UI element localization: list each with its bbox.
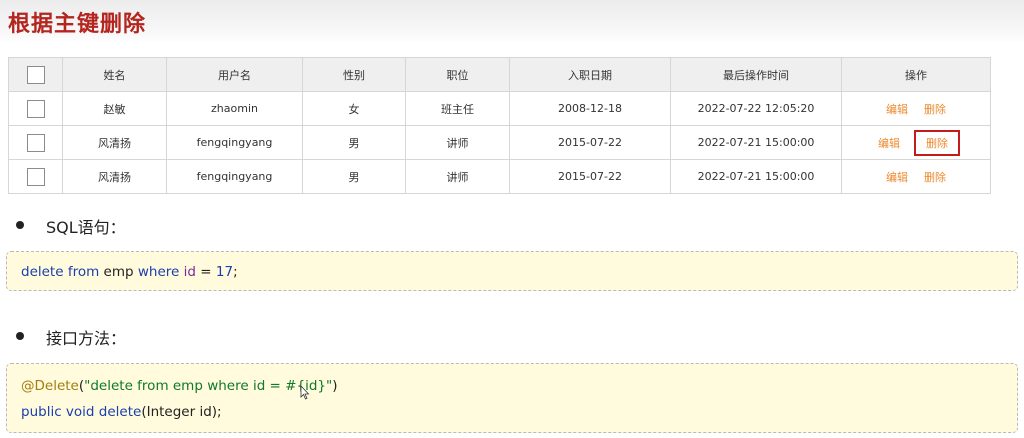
row-select-cell: [8, 91, 63, 126]
edit-link[interactable]: 编辑: [886, 169, 908, 185]
delete-link-highlighted[interactable]: 删除: [914, 129, 960, 156]
header-actions: 操作: [841, 57, 991, 92]
cell-username: fengqingyang: [166, 159, 303, 194]
row-select-cell: [8, 125, 63, 160]
cell-username: fengqingyang: [166, 125, 303, 160]
cell-gender: 男: [302, 159, 406, 194]
paren-close: ): [332, 378, 338, 394]
sql-code-box: delete from emp where id = 17;: [6, 251, 1018, 291]
cell-name: 赵敏: [62, 91, 167, 126]
table-row: 赵敏 zhaomin 女 班主任 2008-12-18 2022-07-22 1…: [8, 91, 991, 126]
header-gender: 性别: [302, 57, 406, 92]
cell-position: 讲师: [405, 159, 510, 194]
method-name: delete: [98, 404, 142, 420]
keyword-public: public: [21, 404, 62, 420]
method-section-label: 接口方法：: [46, 329, 127, 348]
cell-actions: 编辑 删除: [841, 125, 991, 160]
cell-entry-date: 2015-07-22: [509, 125, 671, 160]
sql-table-name: emp: [103, 264, 134, 280]
cell-name: 风清扬: [62, 159, 167, 194]
header-entry-date: 入职日期: [509, 57, 671, 92]
sql-operator: =: [200, 264, 212, 280]
mouse-cursor-icon: [300, 385, 310, 400]
cell-gender: 男: [302, 125, 406, 160]
table-header-row: 姓名 用户名 性别 职位 入职日期 最后操作时间 操作: [8, 57, 991, 92]
cell-last-op-time: 2022-07-21 15:00:00: [670, 125, 842, 160]
cell-entry-date: 2008-12-18: [509, 91, 671, 126]
delete-link[interactable]: 删除: [924, 101, 946, 117]
cell-actions: 编辑 删除: [841, 159, 991, 194]
sql-semicolon: ;: [233, 264, 238, 280]
cell-name: 风清扬: [62, 125, 167, 160]
sql-keyword-delete: delete: [21, 264, 64, 280]
bullet-icon: [16, 221, 24, 229]
sql-column-id: id: [183, 264, 196, 280]
cell-actions: 编辑 删除: [841, 91, 991, 126]
method-params: (Integer id);: [141, 404, 222, 420]
annotation-delete: @Delete: [21, 378, 79, 394]
select-all-cell: [8, 57, 63, 92]
row-checkbox[interactable]: [26, 99, 45, 118]
edit-link[interactable]: 编辑: [878, 135, 900, 151]
sql-value: 17: [215, 264, 234, 280]
code-line-1: @Delete("delete from emp where id = #{id…: [21, 373, 1003, 399]
edit-link[interactable]: 编辑: [886, 101, 908, 117]
header-username: 用户名: [166, 57, 303, 92]
annotation-sql-string: "delete from emp where id = #{id}": [84, 378, 333, 394]
sql-section-label: SQL语句：: [46, 218, 126, 237]
cell-gender: 女: [302, 91, 406, 126]
cell-last-op-time: 2022-07-21 15:00:00: [670, 159, 842, 194]
header-name: 姓名: [62, 57, 167, 92]
sql-keyword-where: where: [137, 264, 180, 280]
select-all-checkbox[interactable]: [26, 65, 45, 84]
row-select-cell: [8, 159, 63, 194]
cell-username: zhaomin: [166, 91, 303, 126]
delete-link[interactable]: 删除: [924, 169, 946, 185]
keyword-void: void: [65, 404, 95, 420]
method-code-box: @Delete("delete from emp where id = #{id…: [6, 363, 1018, 433]
page-title: 根据主键删除: [8, 12, 147, 37]
header-last-op-time: 最后操作时间: [670, 57, 842, 92]
cell-entry-date: 2015-07-22: [509, 159, 671, 194]
title-bar: 根据主键删除: [0, 0, 1024, 44]
employee-table: 姓名 用户名 性别 职位 入职日期 最后操作时间 操作 赵敏 zhaomin 女…: [8, 57, 991, 194]
table-row: 风清扬 fengqingyang 男 讲师 2015-07-22 2022-07…: [8, 125, 991, 160]
sql-keyword-from: from: [67, 264, 100, 280]
row-checkbox[interactable]: [26, 133, 45, 152]
cell-position: 讲师: [405, 125, 510, 160]
row-checkbox[interactable]: [26, 167, 45, 186]
cell-last-op-time: 2022-07-22 12:05:20: [670, 91, 842, 126]
header-position: 职位: [405, 57, 510, 92]
bullet-icon: [16, 332, 24, 340]
cell-position: 班主任: [405, 91, 510, 126]
code-line-2: public void delete(Integer id);: [21, 399, 1003, 425]
table-row: 风清扬 fengqingyang 男 讲师 2015-07-22 2022-07…: [8, 159, 991, 194]
